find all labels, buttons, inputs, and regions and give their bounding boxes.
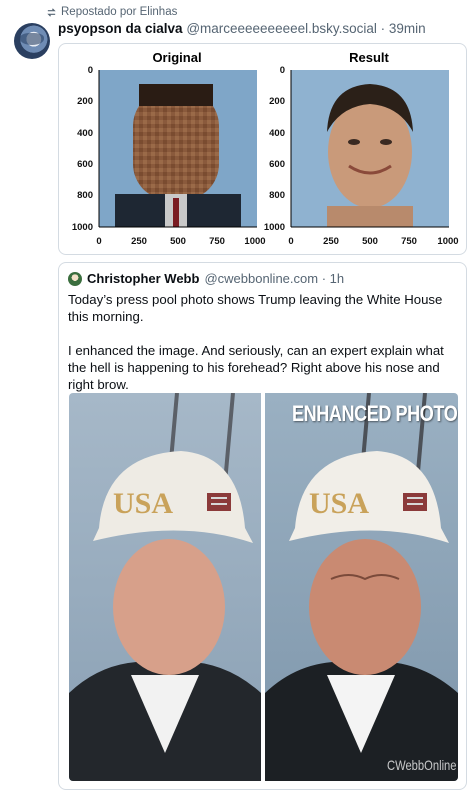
quote-author-handle[interactable]: @cwebbonline.com xyxy=(204,271,318,286)
y-tick: 200 xyxy=(269,96,285,107)
x-tick: 1000 xyxy=(437,236,458,247)
quoted-post[interactable]: Christopher Webb @cwebbonline.com · 1h T… xyxy=(58,262,467,790)
x-tick: 750 xyxy=(401,236,417,247)
enhanced-photo-half: USA xyxy=(265,393,458,781)
quote-author-avatar[interactable] xyxy=(68,271,82,286)
y-tick: 200 xyxy=(77,96,93,107)
post-image[interactable]: Original 0 200 400 600 800 1000 0 250 50… xyxy=(58,43,467,255)
author-avatar[interactable] xyxy=(14,23,50,59)
quote-paragraph: Today’s press pool photo shows Trump lea… xyxy=(68,292,443,324)
quote-header: Christopher Webb @cwebbonline.com · 1h xyxy=(68,271,344,286)
x-tick: 500 xyxy=(170,236,186,247)
x-tick: 750 xyxy=(209,236,225,247)
original-image xyxy=(99,70,257,227)
post-header: psyopson da cialva @marceeeeeeeeeel.bsky… xyxy=(58,21,426,36)
photo-watermark: CWebbOnline xyxy=(387,757,457,773)
x-tick: 0 xyxy=(288,236,293,247)
quote-author-name[interactable]: Christopher Webb xyxy=(87,271,199,286)
x-tick: 250 xyxy=(131,236,147,247)
y-tick: 800 xyxy=(269,190,285,201)
repost-label: Repostado por Elinhas xyxy=(61,6,178,18)
cap-lettering: USA xyxy=(309,487,369,520)
y-tick: 600 xyxy=(269,159,285,170)
y-tick: 0 xyxy=(280,65,285,76)
original-photo-half: USA xyxy=(69,393,261,781)
x-tick: 250 xyxy=(323,236,339,247)
x-tick: 500 xyxy=(362,236,378,247)
y-tick: 600 xyxy=(77,159,93,170)
result-image xyxy=(291,70,449,227)
y-tick: 800 xyxy=(77,190,93,201)
chart-title-original: Original xyxy=(152,50,201,65)
quote-photo[interactable]: USA USA ENHANCED PHOTO CWebbOnline xyxy=(69,393,458,781)
author-handle[interactable]: @marceeeeeeeeeel.bsky.social xyxy=(186,21,377,36)
y-tick: 400 xyxy=(77,128,93,139)
author-name[interactable]: psyopson da cialva xyxy=(58,21,183,36)
y-tick: 1000 xyxy=(264,222,285,233)
y-tick: 400 xyxy=(269,128,285,139)
y-tick: 0 xyxy=(88,65,93,76)
quote-time[interactable]: 1h xyxy=(330,271,344,286)
x-tick: 0 xyxy=(96,236,101,247)
cap-lettering: USA xyxy=(113,487,173,520)
y-tick: 1000 xyxy=(72,222,93,233)
repost-icon xyxy=(47,7,56,17)
quote-paragraph: I enhanced the image. And seriously, can… xyxy=(68,343,444,392)
separator: · xyxy=(318,271,330,286)
x-tick: 1000 xyxy=(244,236,265,247)
repost-indicator[interactable]: Repostado por Elinhas xyxy=(46,6,177,18)
photo-caption: ENHANCED PHOTO xyxy=(292,401,458,426)
separator: · xyxy=(376,21,389,36)
post-time[interactable]: 39min xyxy=(389,21,426,36)
chart-title-result: Result xyxy=(349,50,389,65)
